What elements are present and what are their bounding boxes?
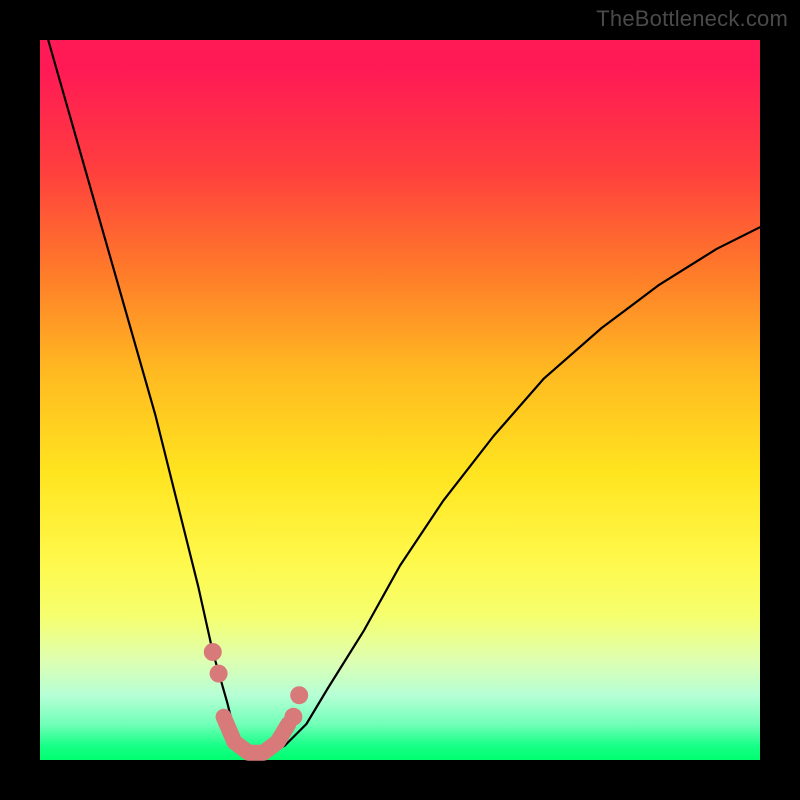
chart-svg <box>40 40 760 760</box>
left-lower-dot <box>210 665 228 683</box>
bottleneck-curve <box>40 11 760 753</box>
outer-frame: TheBottleneck.com <box>0 0 800 800</box>
valley-highlight <box>224 717 289 753</box>
plot-area <box>40 40 760 760</box>
right-lower-dot <box>284 708 302 726</box>
right-upper-dot <box>290 686 308 704</box>
left-upper-dot <box>204 643 222 661</box>
watermark-text: TheBottleneck.com <box>596 6 788 32</box>
